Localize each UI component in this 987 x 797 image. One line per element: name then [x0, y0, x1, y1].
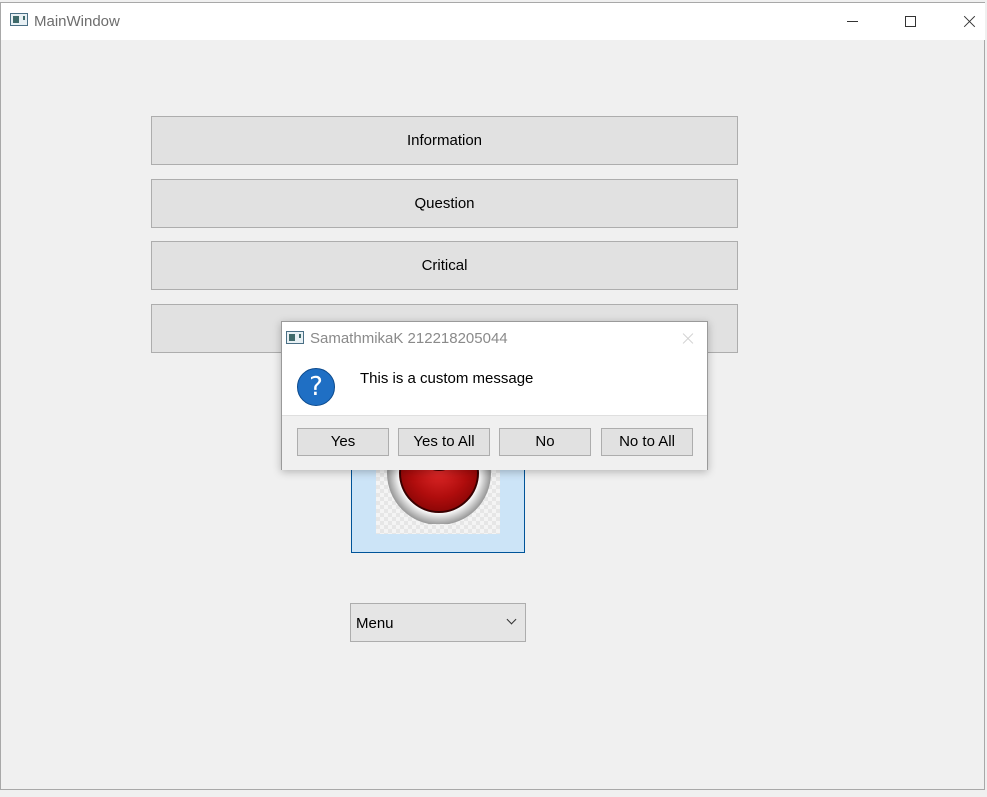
no-to-all-button[interactable]: No to All: [601, 428, 693, 456]
information-button[interactable]: Information: [151, 116, 738, 165]
question-button[interactable]: Question: [151, 179, 738, 228]
window-title: MainWindow: [34, 13, 120, 30]
minimize-icon[interactable]: [830, 3, 876, 40]
dialog-app-icon: [286, 331, 304, 344]
critical-button[interactable]: Critical: [151, 241, 738, 290]
dialog-button-bar: Yes Yes to All No No to All: [282, 415, 707, 470]
no-button[interactable]: No: [499, 428, 591, 456]
app-window-icon: [10, 13, 28, 26]
question-icon: ?: [297, 368, 335, 406]
dialog-close-icon[interactable]: [677, 328, 699, 350]
yes-button[interactable]: Yes: [297, 428, 389, 456]
menu-combobox[interactable]: Menu: [350, 603, 526, 642]
yes-to-all-button[interactable]: Yes to All: [398, 428, 490, 456]
title-bar[interactable]: MainWindow: [1, 3, 985, 40]
maximize-icon[interactable]: [888, 3, 934, 40]
dialog-title: SamathmikaK 212218205044: [310, 330, 508, 347]
chevron-down-icon: [506, 616, 517, 627]
close-icon[interactable]: [947, 3, 987, 40]
dialog-message: This is a custom message: [360, 370, 534, 387]
combobox-value: Menu: [356, 615, 394, 632]
message-box-dialog: SamathmikaK 212218205044 ? This is a cus…: [281, 321, 708, 470]
